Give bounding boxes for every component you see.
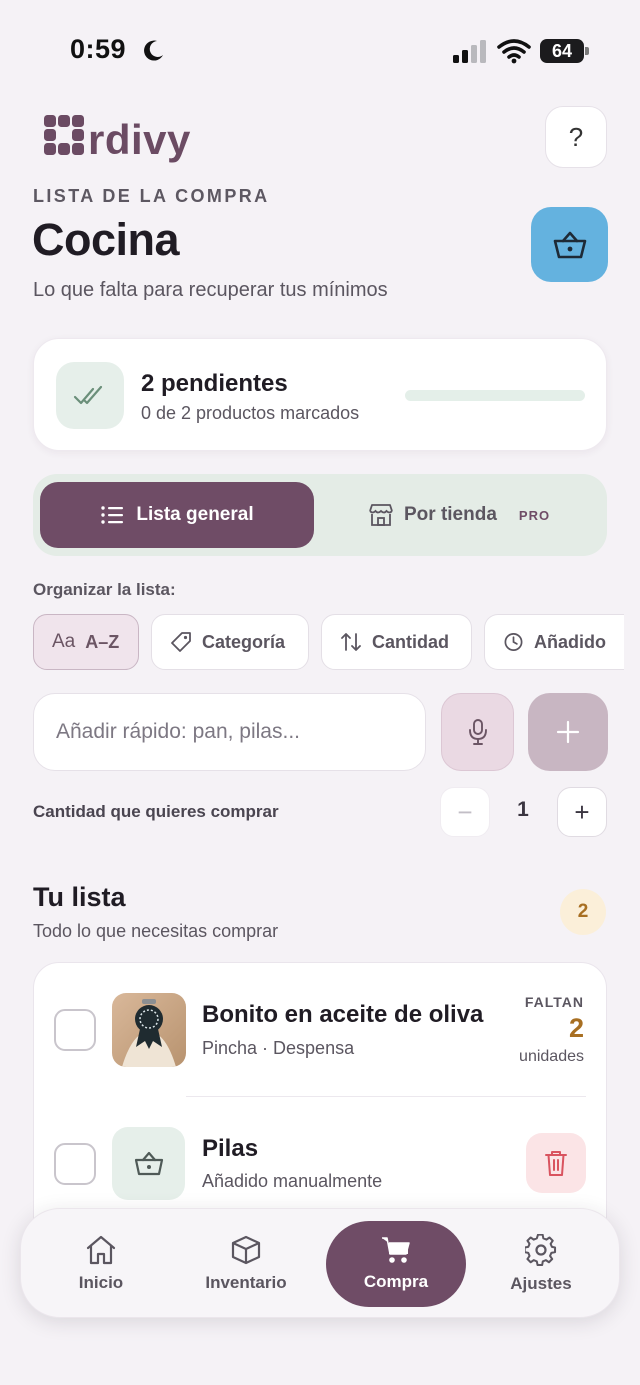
status-time: 0:59 bbox=[70, 34, 127, 64]
tab-shopping[interactable]: Compra bbox=[326, 1221, 466, 1307]
item-name: Bonito en aceite de oliva bbox=[202, 1001, 484, 1028]
trash-icon bbox=[545, 1151, 567, 1176]
item-checkbox[interactable] bbox=[54, 1143, 96, 1185]
clock-icon bbox=[504, 633, 523, 651]
tab-settings-label: Ajustes bbox=[510, 1274, 572, 1293]
sort-chip-az-prefix: Aa bbox=[52, 631, 76, 652]
page-subtitle: Lo que falta para recuperar tus mínimos bbox=[33, 279, 388, 301]
page-title: Cocina bbox=[32, 214, 180, 265]
wifi-icon bbox=[497, 39, 531, 64]
tab-shopping-label: Compra bbox=[363, 1272, 429, 1291]
quantity-increment-button[interactable]: + bbox=[557, 787, 607, 837]
list-title: Tu lista bbox=[33, 882, 126, 912]
microphone-icon bbox=[468, 719, 487, 745]
home-icon bbox=[86, 1235, 116, 1265]
sort-icon bbox=[341, 633, 361, 651]
row-divider bbox=[186, 1096, 586, 1097]
item-checkbox[interactable] bbox=[54, 1009, 96, 1051]
pending-summary-card: 2 pendientes 0 de 2 productos marcados bbox=[33, 338, 607, 451]
missing-count: 2 bbox=[568, 1013, 584, 1043]
gear-icon bbox=[525, 1234, 557, 1266]
missing-unit: unidades bbox=[519, 1048, 584, 1065]
marked-count: 0 de 2 productos marcados bbox=[141, 403, 360, 423]
battery-level: 64 bbox=[551, 41, 573, 61]
pending-count: 2 pendientes bbox=[141, 370, 288, 397]
summary-icon-box bbox=[56, 362, 124, 429]
list-subtitle: Todo lo que necesitas comprar bbox=[33, 921, 279, 941]
item-name: Pilas bbox=[202, 1135, 259, 1162]
tab-general-list[interactable]: Lista general bbox=[40, 482, 314, 548]
moon-icon bbox=[144, 40, 163, 61]
pro-badge: PRO bbox=[518, 507, 551, 523]
quantity-decrement-button[interactable]: − bbox=[440, 787, 490, 837]
voice-input-button[interactable] bbox=[441, 693, 514, 771]
progress-bar bbox=[405, 390, 585, 401]
tab-home-label: Inicio bbox=[78, 1273, 124, 1292]
basket-icon bbox=[553, 231, 586, 258]
tab-by-store[interactable]: Por tienda PRO bbox=[368, 482, 598, 548]
tab-by-store-label: Por tienda bbox=[404, 504, 497, 525]
tab-inventory-label: Inventario bbox=[205, 1273, 287, 1292]
tab-home[interactable]: Inicio bbox=[51, 1221, 151, 1307]
delete-item-button[interactable] bbox=[526, 1133, 586, 1193]
bottom-tab-bar: Inicio Inventario Compra Ajustes bbox=[20, 1208, 620, 1318]
basket-icon bbox=[134, 1151, 163, 1175]
product-photo bbox=[112, 993, 186, 1067]
logo-grid-icon bbox=[44, 115, 84, 155]
missing-label: FALTAN bbox=[524, 994, 584, 1010]
sort-chip-category-label: Categoría bbox=[202, 631, 286, 652]
sort-chip-quantity[interactable]: Cantidad bbox=[321, 614, 472, 670]
add-item-button[interactable] bbox=[528, 693, 608, 771]
plus-icon bbox=[556, 720, 580, 744]
battery-indicator: 64 bbox=[540, 39, 590, 63]
list-icon bbox=[101, 506, 124, 524]
quantity-label: Cantidad que quieres comprar bbox=[33, 802, 279, 821]
sort-chip-quantity-label: Cantidad bbox=[372, 631, 450, 652]
quantity-value: 1 bbox=[517, 798, 529, 821]
sort-chip-category[interactable]: Categoría bbox=[151, 614, 309, 670]
tab-general-list-label: Lista general bbox=[136, 504, 254, 525]
manual-item-icon-box bbox=[112, 1127, 185, 1200]
section-label: LISTA DE LA COMPRA bbox=[33, 186, 270, 206]
sort-chip-added[interactable]: Añadido bbox=[484, 614, 624, 670]
app-logo: rdivy bbox=[42, 112, 202, 168]
double-check-icon bbox=[73, 385, 103, 404]
tag-icon bbox=[171, 632, 191, 652]
tab-settings[interactable]: Ajustes bbox=[491, 1221, 591, 1307]
item-meta: Añadido manualmente bbox=[202, 1171, 383, 1191]
item-meta: Pincha · Despensa bbox=[202, 1038, 355, 1058]
quick-add-input[interactable] bbox=[33, 693, 426, 771]
status-bar: 0:59 64 bbox=[0, 0, 640, 100]
sort-chip-added-label: Añadido bbox=[534, 631, 606, 652]
list-count-badge: 2 bbox=[560, 889, 606, 935]
organize-label: Organizar la lista: bbox=[33, 580, 176, 599]
basket-button[interactable] bbox=[531, 207, 608, 282]
store-icon bbox=[369, 504, 393, 526]
signal-icon bbox=[453, 40, 486, 63]
logo-text: rdivy bbox=[88, 116, 191, 163]
view-toggle: Lista general Por tienda PRO bbox=[33, 474, 607, 556]
sort-chip-az[interactable]: Aa A–Z bbox=[33, 614, 139, 670]
cart-icon bbox=[382, 1237, 410, 1263]
tab-inventory[interactable]: Inventario bbox=[186, 1221, 306, 1307]
help-button[interactable]: ? bbox=[545, 106, 607, 168]
box-icon bbox=[231, 1235, 261, 1265]
sort-chip-az-label: A–Z bbox=[85, 631, 120, 652]
product-thumbnail bbox=[112, 993, 186, 1067]
